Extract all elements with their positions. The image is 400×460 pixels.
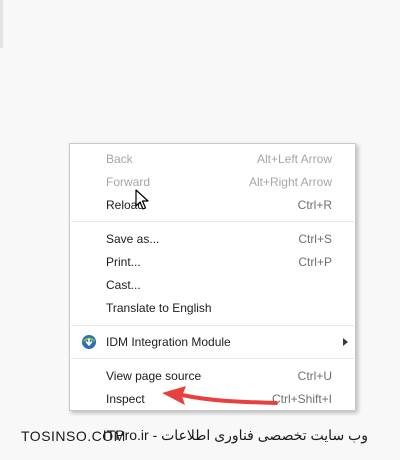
menu-separator: [71, 358, 354, 359]
menu-item-save-as[interactable]: Save as... Ctrl+S: [70, 228, 355, 251]
menu-item-idm-integration[interactable]: IDM Integration Module: [70, 331, 355, 354]
menu-item-label: Cast...: [106, 278, 141, 292]
menu-item-translate[interactable]: Translate to English: [70, 297, 355, 320]
menu-item-shortcut: Ctrl+R: [297, 198, 332, 212]
menu-item-cast[interactable]: Cast...: [70, 274, 355, 297]
submenu-arrow-icon: [343, 338, 348, 346]
menu-separator: [71, 221, 354, 222]
menu-item-shortcut: Alt+Right Arrow: [248, 175, 332, 189]
menu-item-label: Translate to English: [106, 301, 212, 315]
menu-item-label: Save as...: [106, 232, 160, 246]
mouse-cursor-icon: [135, 189, 149, 210]
menu-item-reload[interactable]: Reload Ctrl+R: [70, 194, 355, 217]
menu-item-label: Back: [106, 152, 133, 166]
menu-item-back[interactable]: Back Alt+Left Arrow: [70, 148, 355, 171]
menu-item-label: IDM Integration Module: [106, 335, 231, 349]
menu-item-label: Forward: [106, 175, 151, 189]
watermark-right: وب سایت تخصصی فناوری اطلاعات - ITPro.ir: [102, 427, 368, 443]
menu-item-label: Inspect: [106, 392, 145, 406]
menu-item-shortcut: Ctrl+U: [297, 369, 332, 383]
red-arrow-icon: [162, 386, 278, 405]
menu-item-shortcut: Alt+Left Arrow: [256, 152, 332, 166]
context-menu: Back Alt+Left Arrow Forward Alt+Right Ar…: [69, 143, 356, 411]
menu-item-shortcut: Ctrl+S: [298, 232, 332, 246]
menu-item-forward[interactable]: Forward Alt+Right Arrow: [70, 171, 355, 194]
menu-item-shortcut: Ctrl+Shift+I: [271, 392, 332, 406]
menu-item-label: Print...: [106, 255, 141, 269]
menu-item-print[interactable]: Print... Ctrl+P: [70, 251, 355, 274]
page-edge: [0, 0, 3, 48]
menu-separator: [71, 325, 354, 326]
idm-icon: [82, 335, 96, 349]
menu-item-shortcut: Ctrl+P: [298, 255, 332, 269]
watermark: TOSINSO.COM وب سایت تخصصی فناوری اطلاعات…: [0, 426, 400, 446]
